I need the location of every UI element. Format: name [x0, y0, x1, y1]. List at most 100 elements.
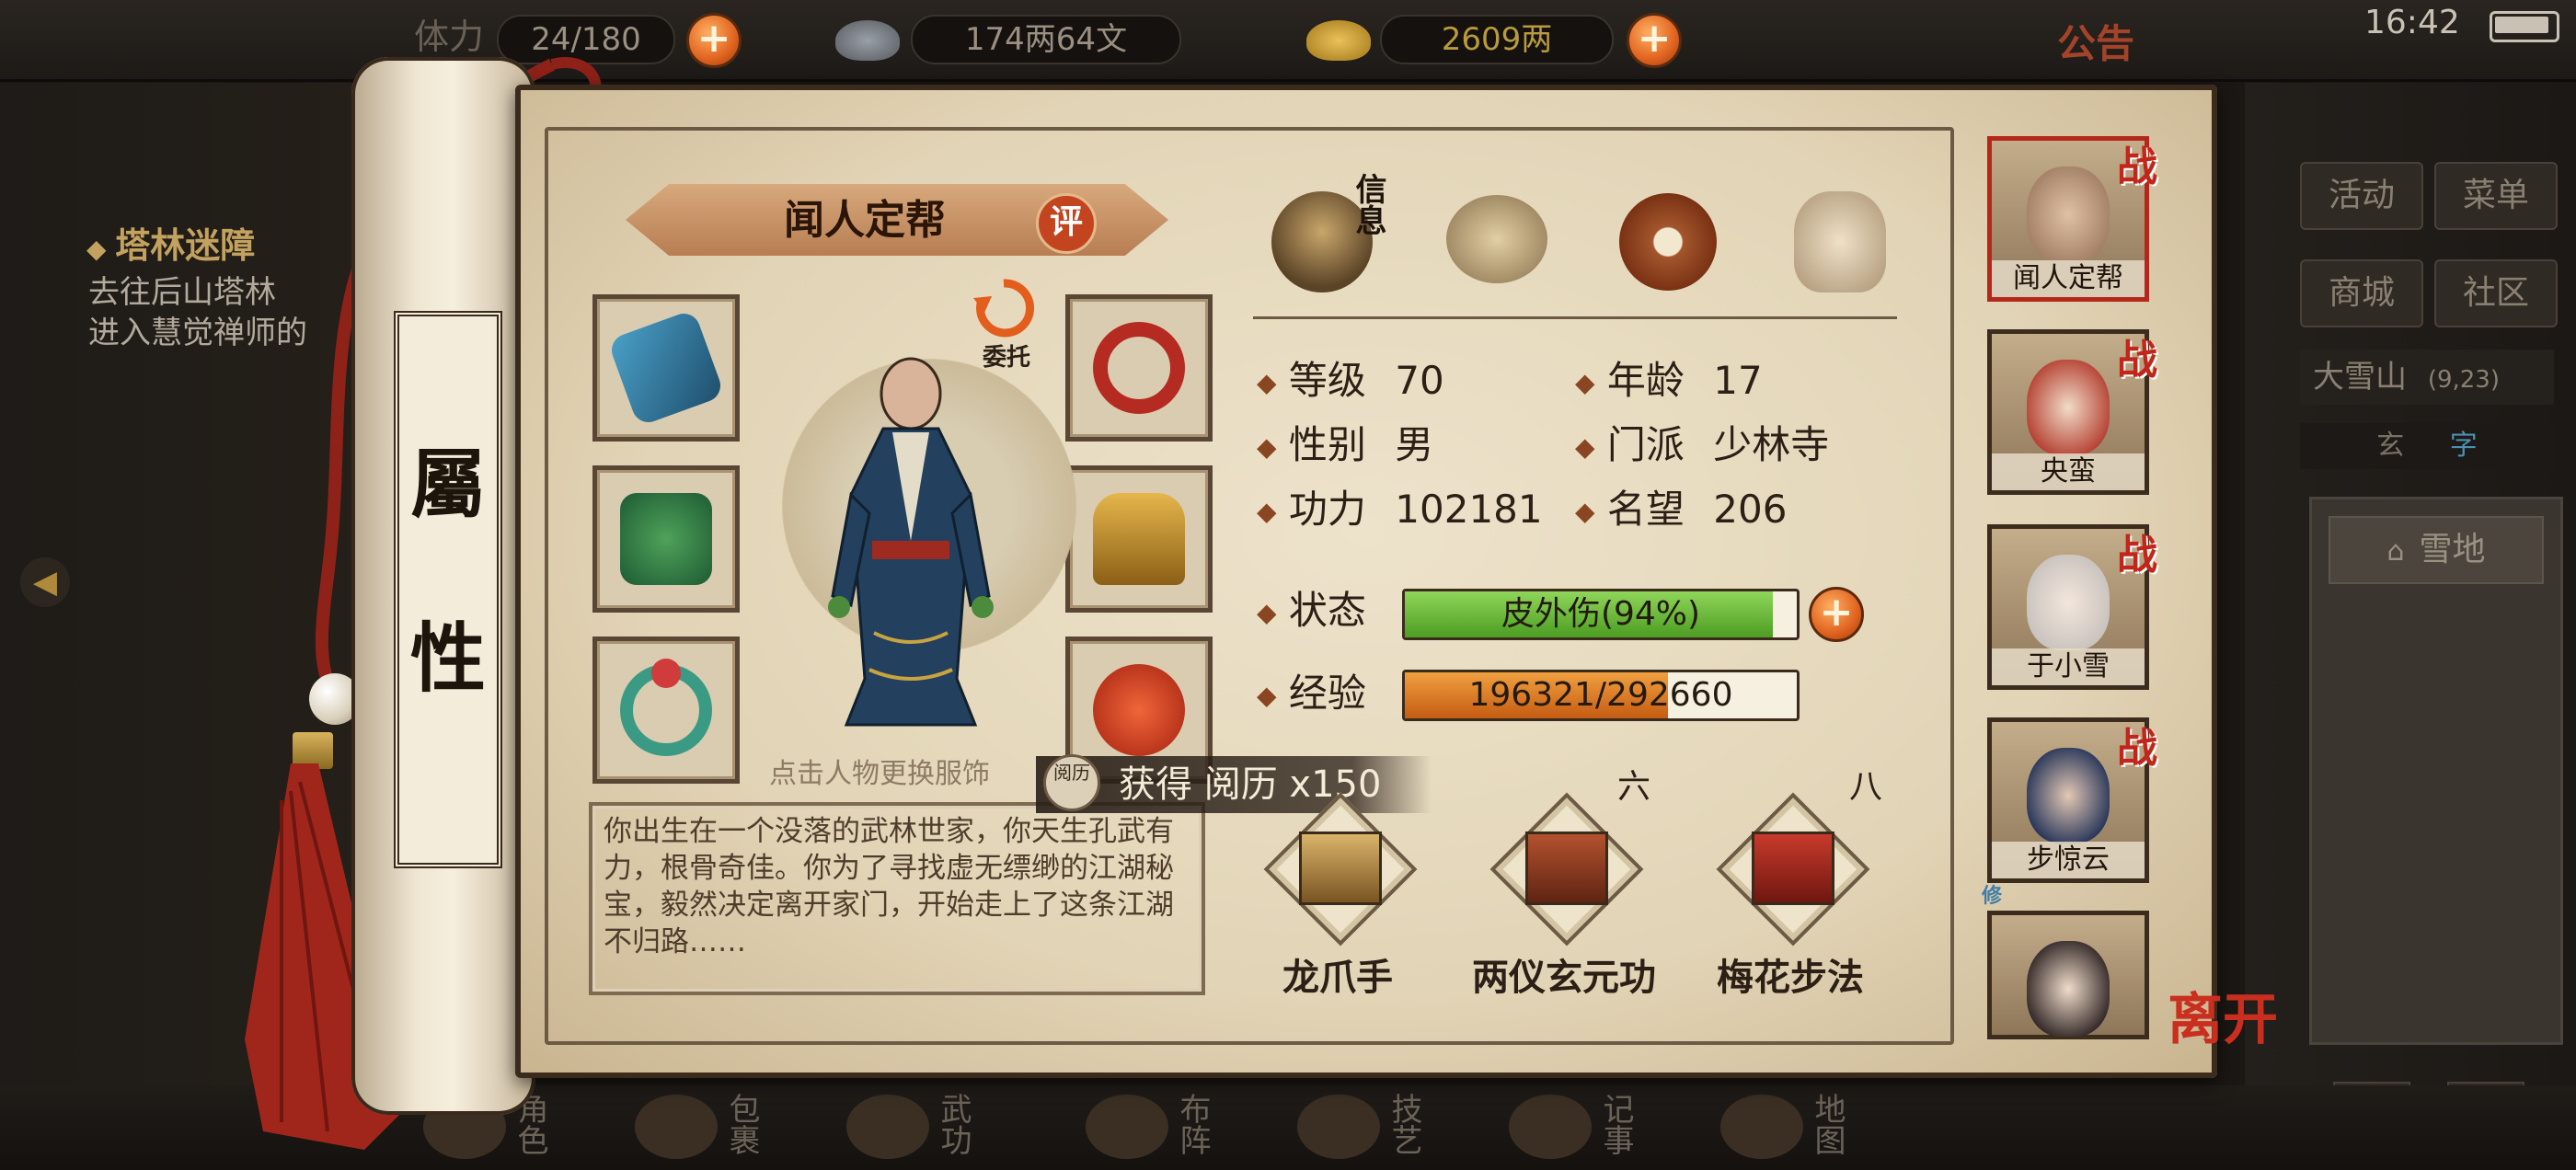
battle-badge: 战: [2117, 143, 2157, 190]
announcement-button[interactable]: 公告: [2057, 13, 2134, 69]
diamond-icon: ◆: [1575, 367, 1595, 398]
quest-desc-line2: 进入慧觉禅师的: [88, 315, 307, 351]
equip-slot-armor[interactable]: [1065, 465, 1213, 613]
mini-tab-1[interactable]: 玄: [2376, 430, 2404, 462]
formation-icon: [1086, 1095, 1168, 1159]
exp-bar: 196321/292660: [1402, 670, 1800, 721]
scroll-map-icon: [1446, 195, 1547, 283]
hero-portrait-icon: [2027, 555, 2110, 650]
activity-button[interactable]: 活动: [2300, 162, 2423, 230]
equip-slot-ring[interactable]: [592, 637, 740, 784]
gold-ingot-icon: [1306, 20, 1371, 61]
repair-tag: 修: [1982, 885, 2003, 908]
menu-button[interactable]: 菜单: [2434, 162, 2558, 230]
skill-icon: [1297, 1095, 1380, 1159]
nav-formation[interactable]: 布阵: [1086, 1085, 1242, 1170]
quest-diamond-icon: ◆: [86, 234, 116, 264]
add-gold-button[interactable]: +: [1627, 13, 1682, 68]
power-value: 102181: [1395, 487, 1543, 532]
community-button[interactable]: 社区: [2434, 259, 2558, 327]
skill-3-name: 梅花步法: [1717, 957, 1864, 999]
diamond-icon: ◆: [1257, 496, 1277, 527]
battle-badge: 战: [2117, 725, 2157, 772]
age-value: 17: [1713, 358, 1763, 403]
title-char-1: 屬: [409, 441, 486, 529]
gold-counter: 2609两: [1380, 15, 1614, 64]
equip-slot-belt[interactable]: [1065, 294, 1213, 442]
tab-info[interactable]: 信息: [1262, 173, 1391, 302]
heal-button[interactable]: +: [1809, 587, 1864, 642]
stat-age: ◆ 年龄 17: [1575, 358, 1763, 403]
stat-status-label: ◆ 状态: [1257, 588, 1366, 633]
experience-scroll-icon: 阅历: [1043, 754, 1100, 811]
collapse-arrow-icon[interactable]: ◀: [20, 557, 70, 607]
quest-desc-line1: 去往后山塔林: [88, 274, 276, 311]
skill-slot-2[interactable]: [1489, 792, 1644, 946]
bagua-icon: [1619, 193, 1717, 291]
character-figure[interactable]: [819, 357, 1003, 734]
sect-value: 少林寺: [1713, 422, 1830, 467]
stat-level: ◆ 等级 70: [1257, 358, 1444, 403]
stat-sect: ◆ 门派 少林寺: [1575, 422, 1830, 467]
change-outfit-hint: 点击人物更换服饰: [769, 758, 990, 790]
armor-icon: [1093, 493, 1185, 585]
roster-card-3[interactable]: 于小雪 战: [1987, 524, 2157, 690]
tab-separator: [1253, 316, 1897, 319]
gauntlet-icon: [620, 493, 712, 585]
quest-title[interactable]: ◆ 塔林迷障: [86, 217, 255, 268]
equip-slot-gauntlet[interactable]: [592, 465, 740, 613]
roster-card-1[interactable]: 闻人定帮 战: [1987, 136, 2157, 302]
battle-badge: 战: [2117, 337, 2157, 384]
battle-badge: 战: [2117, 532, 2157, 579]
leave-button[interactable]: 离开: [2168, 975, 2278, 1085]
level-value: 70: [1395, 358, 1444, 403]
skill-slot-1[interactable]: [1263, 792, 1418, 946]
skill-2-name: 两仪玄元功: [1472, 957, 1656, 999]
add-stamina-button[interactable]: +: [686, 13, 742, 68]
diamond-icon: ◆: [1257, 680, 1277, 711]
evaluate-button[interactable]: 评: [1036, 193, 1097, 254]
status-text: 皮外伤(94%): [1501, 595, 1701, 633]
nav-map[interactable]: 地图: [1720, 1085, 1877, 1170]
tab-formation[interactable]: [1604, 173, 1733, 302]
hero-portrait-icon: [2027, 166, 2110, 262]
diamond-icon: ◆: [1575, 431, 1595, 463]
diamond-icon: ◆: [1257, 597, 1277, 628]
hero-portrait-icon: [2027, 360, 2110, 455]
diamond-icon: ◆: [1575, 496, 1595, 527]
skill-1-name: 龙爪手: [1282, 957, 1393, 999]
tab-inventory[interactable]: [1433, 173, 1562, 302]
location-bar: 大雪山 (9,23): [2300, 350, 2554, 405]
info-label: 信息: [1350, 173, 1386, 235]
nav-journal[interactable]: 记事: [1509, 1085, 1665, 1170]
skill-slot-3[interactable]: [1716, 792, 1870, 946]
roster-card-5[interactable]: [1987, 911, 2149, 1039]
journal-icon: [1509, 1095, 1592, 1159]
nav-skill[interactable]: 技艺: [1297, 1085, 1454, 1170]
roster-card-4[interactable]: 步惊云 战: [1987, 717, 2157, 883]
stat-power: ◆ 功力 102181: [1257, 487, 1543, 532]
diamond-icon: ◆: [1257, 431, 1277, 463]
tab-meridians[interactable]: [1776, 173, 1904, 302]
silver-ingot-icon: [835, 20, 900, 61]
martial-icon: [846, 1095, 929, 1159]
bag-icon: [635, 1095, 718, 1159]
shop-button[interactable]: 商城: [2300, 259, 2423, 327]
hero-portrait-icon: [2027, 941, 2110, 1037]
home-icon: ⌂: [2386, 535, 2405, 568]
nav-bag[interactable]: 包裹: [635, 1085, 791, 1170]
mini-tab-2[interactable]: 字: [2450, 430, 2478, 462]
pouch-icon: [1093, 664, 1185, 756]
hero-backstory: 你出生在一个没落的武林世家，你天生孔武有力，根骨奇佳。你为了寻找虚无缥缈的江湖秘…: [589, 802, 1205, 995]
red-book-icon: [1752, 832, 1834, 905]
roster-card-2[interactable]: 央蛮 战: [1987, 329, 2157, 495]
stat-gender: ◆ 性别 男: [1257, 422, 1434, 467]
area-button[interactable]: ⌂ 雪地: [2329, 516, 2544, 584]
equip-slot-bracer[interactable]: [592, 294, 740, 442]
entrust-refresh-icon[interactable]: [972, 276, 1036, 340]
fame-value: 206: [1713, 487, 1788, 532]
hero-portrait-icon: [2027, 748, 2110, 843]
body-meridian-icon: [1794, 191, 1886, 292]
nav-martial[interactable]: 武功: [846, 1085, 1003, 1170]
belt-icon: [1093, 322, 1185, 414]
